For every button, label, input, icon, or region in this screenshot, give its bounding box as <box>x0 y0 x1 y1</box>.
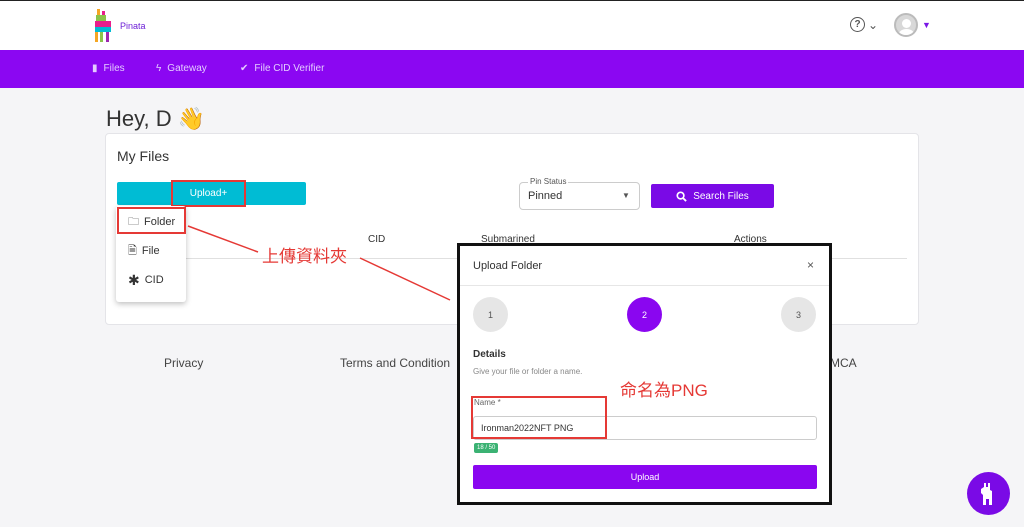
llama-icon <box>980 482 992 505</box>
annotation-line-folder <box>187 225 259 253</box>
annotation-line-modal <box>359 257 451 301</box>
annotation-lines <box>187 225 451 301</box>
annotation-upload-folder: 上傳資料夾 <box>262 247 347 266</box>
chat-support-button[interactable] <box>967 472 1010 515</box>
annotation-name-png: 命名為PNG <box>620 381 708 400</box>
